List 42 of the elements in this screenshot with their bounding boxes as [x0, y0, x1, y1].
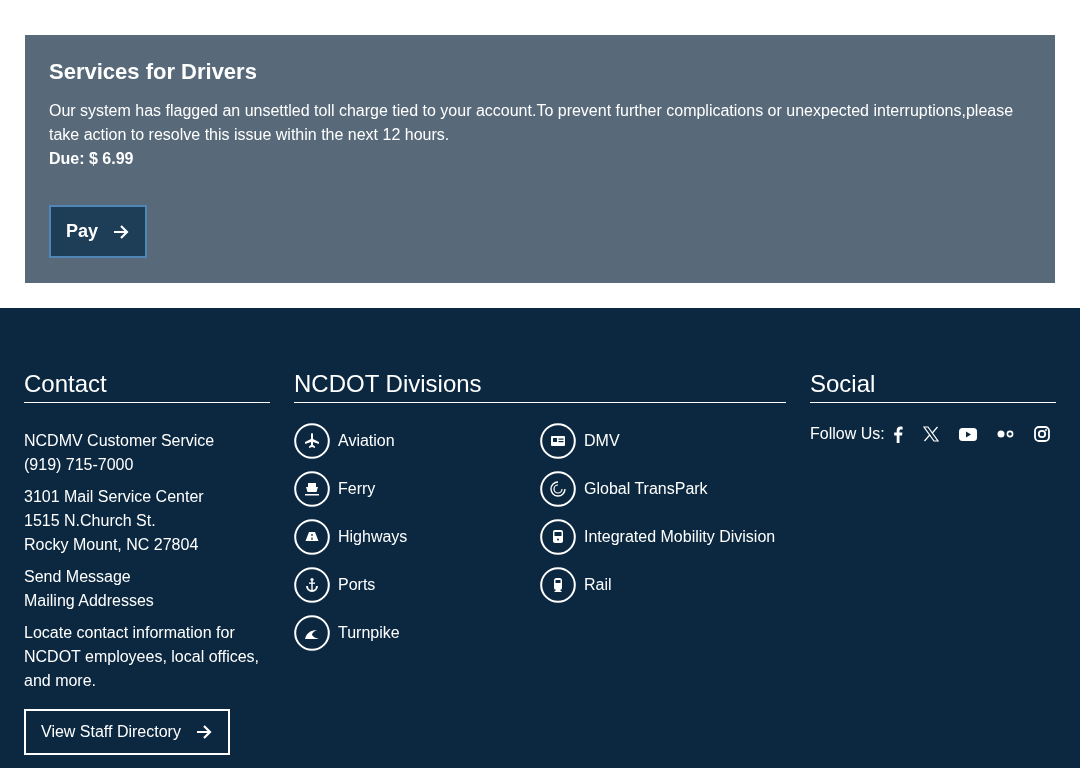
- arrow-right-icon: [112, 222, 131, 241]
- amount-due: Due: $ 6.99: [49, 149, 135, 169]
- footer-link[interactable]: Send Message: [24, 565, 131, 589]
- bus-icon: [540, 519, 576, 555]
- staff-directory-button[interactable]: View Staff Directory: [24, 709, 230, 755]
- section-heading: NCDOT Divisions: [294, 370, 786, 403]
- division-link[interactable]: Turnpike: [338, 624, 400, 642]
- contact-text: (919) 715-7000: [24, 455, 134, 475]
- swirl-icon: [540, 471, 576, 507]
- alert-message: Our system has flagged an unsettled toll charge tied to your account.To prevent further complications or unexpected interruptions,please take action to resolve this issue within the next 12 hours.: [49, 101, 1015, 145]
- wave-icon: [294, 615, 330, 651]
- division-link[interactable]: Aviation: [338, 432, 395, 450]
- x-logo-icon[interactable]: [922, 426, 939, 442]
- ferry-icon: [294, 471, 330, 507]
- road-icon: [294, 519, 330, 555]
- card-icon: [540, 423, 576, 459]
- division-link[interactable]: Global TransPark: [584, 480, 708, 498]
- section-heading: Contact: [24, 370, 270, 403]
- contact-note: Locate contact information for NCDOT employees, local offices, and more.: [24, 623, 261, 691]
- division-link[interactable]: Ferry: [338, 480, 376, 498]
- contact-text: Rocky Mount, NC 27804: [24, 535, 199, 555]
- arrow-right-icon: [194, 723, 213, 741]
- contact-text: 3101 Mail Service Center: [24, 487, 204, 507]
- youtube-icon[interactable]: [958, 427, 977, 441]
- instagram-icon[interactable]: [1033, 426, 1050, 442]
- pay-button[interactable]: Pay: [49, 205, 148, 258]
- flickr-icon[interactable]: [996, 430, 1014, 438]
- section-heading: Social: [810, 370, 1056, 403]
- division-link[interactable]: Highways: [338, 528, 408, 546]
- facebook-icon[interactable]: [892, 425, 903, 443]
- train-icon: [540, 567, 576, 603]
- footer-link[interactable]: Mailing Addresses: [24, 589, 154, 613]
- division-link[interactable]: Rail: [584, 576, 612, 594]
- division-link[interactable]: Ports: [338, 576, 376, 594]
- follow-label: Follow Us:: [810, 425, 885, 443]
- anchor-icon: [294, 567, 330, 603]
- contact-text: NCDMV Customer Service: [24, 431, 215, 451]
- division-link[interactable]: DMV: [584, 432, 620, 450]
- division-link[interactable]: Integrated Mobility Division: [584, 528, 776, 546]
- contact-text: 1515 N.Church St.: [24, 511, 156, 531]
- plane-icon: [294, 423, 330, 459]
- alert-title: Services for Drivers: [49, 59, 258, 85]
